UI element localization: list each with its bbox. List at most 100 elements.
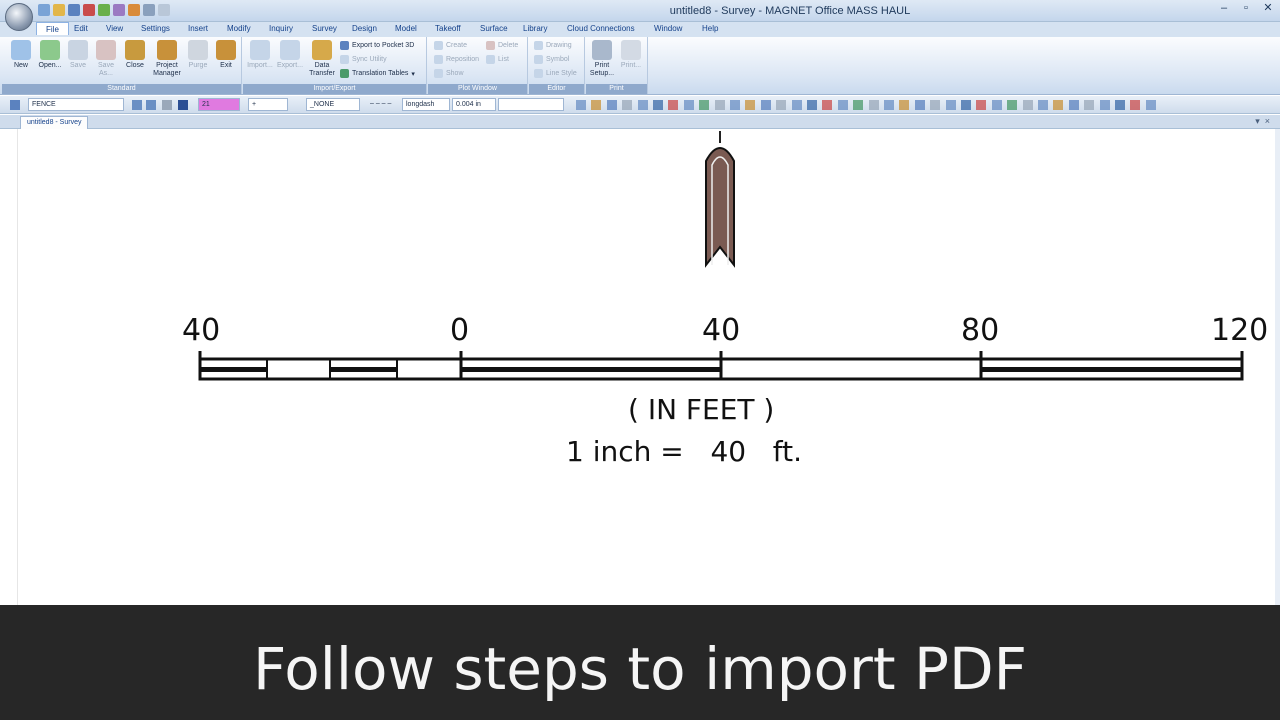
style-select[interactable]: _NONE (306, 98, 360, 111)
drawing-tool-icon[interactable] (930, 100, 941, 110)
show-plot-button[interactable]: Show (434, 69, 464, 78)
point-symbol-select[interactable]: + (248, 98, 288, 111)
exit-button[interactable]: Exit (212, 40, 240, 70)
drawing-tool-icon[interactable] (637, 100, 648, 110)
drawing-tool-icon[interactable] (1053, 100, 1064, 110)
close-button[interactable]: ✕ (1258, 1, 1278, 16)
drawing-tool-icon[interactable] (745, 100, 756, 110)
create-plot-button[interactable]: Create (434, 41, 467, 50)
tab-cloud-connections[interactable]: Cloud Connections (567, 24, 635, 33)
drawing-tool-icon[interactable] (853, 100, 864, 110)
drawing-tool-icon[interactable] (961, 100, 971, 110)
minimize-button[interactable]: – (1214, 1, 1234, 16)
tab-model[interactable]: Model (395, 24, 417, 33)
drawing-tool-icon[interactable] (1022, 100, 1033, 110)
drawing-tool-icon[interactable] (1068, 100, 1079, 110)
purge-button[interactable]: Purge (184, 40, 212, 70)
tab-surface[interactable]: Surface (480, 24, 508, 33)
drawing-tool-icon[interactable] (1099, 100, 1110, 110)
drawing-tool-icon[interactable] (791, 100, 802, 110)
reposition-plot-button[interactable]: Reposition (434, 55, 479, 64)
table-icon (340, 69, 349, 78)
tab-edit[interactable]: Edit (74, 24, 88, 33)
layer-manager-icon[interactable] (10, 100, 20, 110)
tab-library[interactable]: Library (523, 24, 547, 33)
drawing-tool-icon[interactable] (1115, 100, 1125, 110)
drawing-tool-icon[interactable] (991, 100, 1002, 110)
layer-next-icon[interactable] (146, 100, 156, 110)
drawing-tool-icon[interactable] (591, 100, 602, 110)
export-pocket3d-button[interactable]: Export to Pocket 3D (340, 41, 414, 50)
drawing-editor-button[interactable]: Drawing (534, 41, 572, 50)
color-select[interactable]: 21 (198, 98, 240, 111)
new-button[interactable]: New (7, 40, 35, 70)
layer-tools-icon[interactable] (162, 100, 172, 110)
drawing-tool-icon[interactable] (807, 100, 817, 110)
delete-plot-button[interactable]: Delete (486, 41, 518, 50)
drawing-tool-icon[interactable] (1145, 100, 1156, 110)
export-button[interactable]: Export... (276, 40, 304, 70)
tab-modify[interactable]: Modify (227, 24, 251, 33)
tab-settings[interactable]: Settings (141, 24, 170, 33)
open-button[interactable]: Open... (36, 40, 64, 70)
application-menu-button[interactable] (5, 3, 33, 31)
symbol-editor-button[interactable]: Symbol (534, 55, 569, 64)
drawing-tool-icon[interactable] (899, 100, 910, 110)
drawing-tool-icon[interactable] (668, 100, 679, 110)
drawing-tool-icon[interactable] (1130, 100, 1141, 110)
import-button[interactable]: Import... (246, 40, 274, 70)
drawing-tool-icon[interactable] (822, 100, 833, 110)
tab-insert[interactable]: Insert (188, 24, 208, 33)
layer-select[interactable]: FENCE (28, 98, 124, 111)
tab-design[interactable]: Design (352, 24, 377, 33)
print-button[interactable]: Print... (617, 40, 645, 70)
tab-file[interactable]: File (36, 22, 69, 35)
data-transfer-button[interactable]: Data Transfer (308, 40, 336, 78)
empty-select[interactable] (498, 98, 564, 111)
tab-inquiry[interactable]: Inquiry (269, 24, 293, 33)
layer-match-icon[interactable] (178, 100, 188, 110)
drawing-tool-icon[interactable] (776, 100, 787, 110)
drawing-tool-icon[interactable] (576, 100, 586, 110)
save-button[interactable]: Save (64, 40, 92, 70)
lineweight-select[interactable]: 0.004 in (452, 98, 496, 111)
scale-label: 1 inch = 40 ft. (566, 435, 803, 468)
chevron-down-icon[interactable]: ▾ (1255, 116, 1260, 126)
save-as-button[interactable]: Save As... (92, 40, 120, 78)
maximize-button[interactable]: ▫ (1236, 1, 1256, 16)
drawing-tool-icon[interactable] (1084, 100, 1095, 110)
tab-view[interactable]: View (106, 24, 123, 33)
drawing-tool-icon[interactable] (945, 100, 956, 110)
translation-tables-button[interactable]: Translation Tables ▾ (340, 69, 415, 78)
drawing-tool-icon[interactable] (622, 100, 633, 110)
print-setup-button[interactable]: Print Setup... (588, 40, 616, 78)
document-tab[interactable]: untitled8 - Survey (20, 116, 89, 129)
sync-utility-button[interactable]: Sync Utility (340, 55, 387, 64)
close-icon[interactable]: × (1265, 116, 1270, 126)
tab-survey[interactable]: Survey (312, 24, 337, 33)
drawing-tool-icon[interactable] (683, 100, 694, 110)
drawing-tool-icon[interactable] (653, 100, 663, 110)
drawing-tool-icon[interactable] (1038, 100, 1048, 110)
drawing-tool-icon[interactable] (884, 100, 894, 110)
drawing-tool-icon[interactable] (606, 100, 617, 110)
drawing-tool-icon[interactable] (1007, 100, 1018, 110)
drawing-tool-icon[interactable] (714, 100, 725, 110)
drawing-tool-icon[interactable] (760, 100, 771, 110)
tab-help[interactable]: Help (702, 24, 718, 33)
drawing-tool-icon[interactable] (730, 100, 740, 110)
drawing-tool-icon[interactable] (976, 100, 987, 110)
list-plot-button[interactable]: List (486, 55, 509, 64)
layer-previous-icon[interactable] (132, 100, 142, 110)
drawing-tool-icon[interactable] (837, 100, 848, 110)
tab-window[interactable]: Window (654, 24, 682, 33)
linetype-select[interactable]: longdash (402, 98, 450, 111)
drawing-tool-icon[interactable] (699, 100, 710, 110)
line-style-editor-button[interactable]: Line Style (534, 69, 577, 78)
window-controls: – ▫ ✕ (1214, 1, 1278, 16)
close-button[interactable]: Close (121, 40, 149, 70)
project-manager-button[interactable]: Project Manager (150, 40, 184, 78)
tab-takeoff[interactable]: Takeoff (435, 24, 461, 33)
drawing-tool-icon[interactable] (914, 100, 925, 110)
drawing-tool-icon[interactable] (868, 100, 879, 110)
